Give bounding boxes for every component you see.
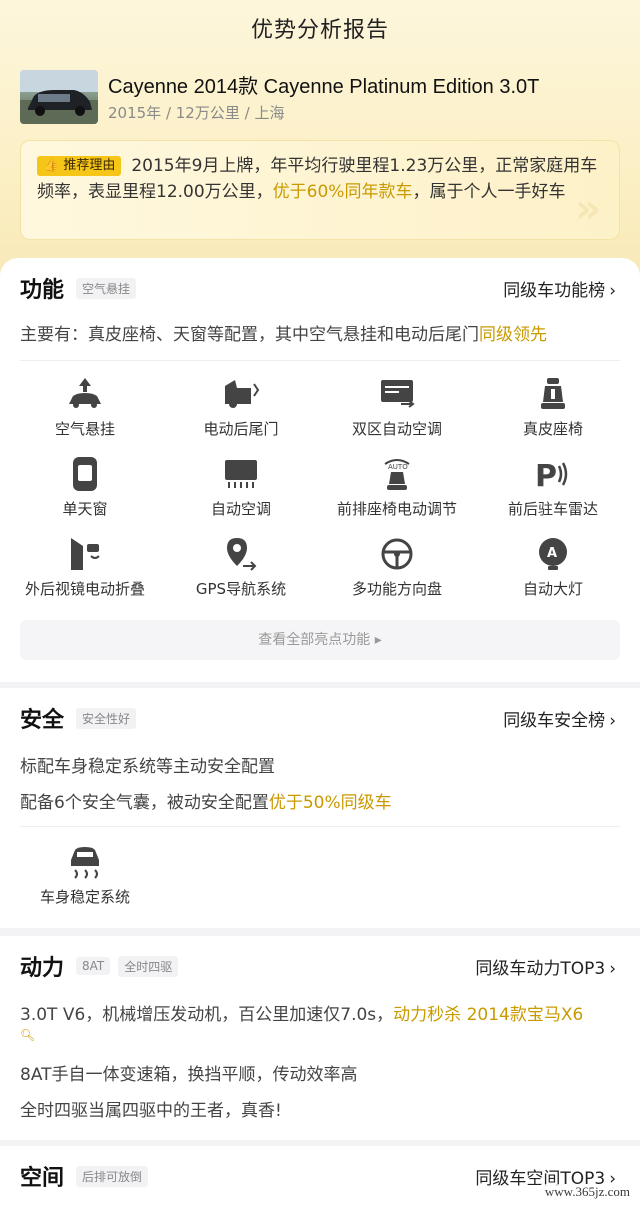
divider <box>20 360 620 361</box>
power-tailgate-icon <box>225 380 260 408</box>
stability-control-icon <box>71 847 99 879</box>
feature-item[interactable]: P 前后驻车雷达 <box>478 456 628 519</box>
power-rank-link[interactable]: 同级车动力TOP3 › <box>475 954 616 979</box>
feature-label: 电动后尾门 <box>203 420 279 438</box>
mirror-fold-icon <box>71 538 100 570</box>
safety-card: 安全 安全性好 同级车安全榜 › 标配车身稳定系统等主动安全配置 配备6个安全气囊… <box>0 688 640 928</box>
chevron-right-icon: › <box>609 959 616 979</box>
feature-item[interactable]: 外后视镜电动折叠 <box>10 536 160 599</box>
gps-icon <box>227 538 257 571</box>
safety-header: 安全 安全性好 <box>20 702 137 734</box>
space-title: 空间 <box>20 1166 65 1191</box>
features-rank-link[interactable]: 同级车功能榜 › <box>503 276 616 301</box>
safety-rank-link-label: 同级车安全榜 <box>503 711 606 731</box>
space-tag: 后排可放倒 <box>76 1165 149 1187</box>
reason-highlight: 优于60%同年款车 <box>272 182 413 202</box>
features-tag: 空气悬挂 <box>76 277 137 299</box>
feature-label: 空气悬挂 <box>54 420 115 438</box>
view-all-features-button[interactable]: 查看全部亮点功能 ▸ <box>20 620 620 660</box>
feature-label: 双区自动空调 <box>351 420 442 438</box>
power-title: 动力 <box>20 956 65 981</box>
features-card: 功能 空气悬挂 同级车功能榜 › 主要有：真皮座椅、天窗等配置，其中空气悬挂和电动… <box>0 258 640 682</box>
safety-rank-link[interactable]: 同级车安全榜 › <box>503 706 616 731</box>
features-header: 功能 空气悬挂 <box>20 272 137 304</box>
features-rank-link-label: 同级车功能榜 <box>503 281 606 301</box>
recommend-tag-label: 推荐理由 <box>63 158 116 173</box>
feature-label: 车身稳定系统 <box>39 888 130 906</box>
safety-line-1: 标配车身稳定系统等主动安全配置 <box>20 757 275 777</box>
feature-item[interactable]: GPS导航系统 <box>166 536 316 599</box>
power-tag: 全时四驱 <box>118 955 179 977</box>
auto-ac-icon <box>225 460 257 488</box>
leather-seat-icon <box>541 378 565 409</box>
power-card: 动力 8AT 全时四驱 同级车动力TOP3 › 3.0T V6，机械增压发动机，百… <box>0 936 640 1140</box>
feature-item[interactable]: AUTO 前排座椅电动调节 <box>322 456 472 519</box>
feature-label: 自动大灯 <box>522 580 583 598</box>
feature-label: 单天窗 <box>62 500 108 518</box>
car-thumbnail[interactable] <box>20 70 98 124</box>
parking-radar-icon: P <box>535 459 568 492</box>
thumbs-up-icon: 👍 <box>43 158 60 173</box>
safety-line-2-highlight: 优于50%同级车 <box>268 793 392 813</box>
svg-text:AUTO: AUTO <box>388 463 408 471</box>
features-desc-highlight: 同级领先 <box>479 325 547 345</box>
power-rank-link-label: 同级车动力TOP3 <box>475 959 606 979</box>
safety-title: 安全 <box>20 708 65 733</box>
recommend-reason-box: 👍 推荐理由 2015年9月上牌，年平均行驶里程1.23万公里，正常家庭用车频率… <box>20 140 620 240</box>
feature-item[interactable]: 单天窗 <box>10 456 160 519</box>
auto-headlight-icon: A <box>539 538 567 570</box>
feature-item[interactable]: 电动后尾门 <box>166 376 316 439</box>
steering-wheel-icon <box>381 538 413 570</box>
svg-text:P: P <box>535 459 557 492</box>
safety-line-2: 配备6个安全气囊，被动安全配置优于50%同级车 <box>20 788 392 813</box>
power-line-1-text: 3.0T V6，机械增压发动机，百公里加速仅7.0s， <box>20 1005 394 1025</box>
safety-tag: 安全性好 <box>76 707 137 729</box>
divider <box>20 826 620 827</box>
power-line-3: 全时四驱当属四驱中的王者，真香! <box>20 1101 282 1121</box>
chevron-right-icon: › <box>609 281 616 301</box>
space-header: 空间 后排可放倒 <box>20 1160 149 1192</box>
chevron-right-icon: › <box>609 711 616 731</box>
feature-item[interactable]: 真皮座椅 <box>478 376 628 439</box>
car-meta: 2015年 / 12万公里 / 上海 <box>108 104 285 122</box>
power-comparison-link[interactable]: 动力秒杀 2014款宝马X6 <box>393 1005 583 1025</box>
feature-label: 自动空调 <box>210 500 271 518</box>
feature-label: 真皮座椅 <box>522 420 583 438</box>
feature-label: 前后驻车雷达 <box>507 500 598 518</box>
features-title: 功能 <box>20 278 65 303</box>
feature-item[interactable]: 自动空调 <box>166 456 316 519</box>
feature-item[interactable]: 空气悬挂 <box>10 376 160 439</box>
feature-label: 前排座椅电动调节 <box>336 500 457 518</box>
features-desc-text: 主要有：真皮座椅、天窗等配置，其中空气悬挂和电动后尾门 <box>20 325 479 345</box>
power-header: 动力 8AT 全时四驱 <box>20 950 179 982</box>
power-seat-icon: AUTO <box>384 459 410 490</box>
car-title: Cayenne 2014款 Cayenne Platinum Edition 3… <box>108 76 540 98</box>
feature-item[interactable]: 车身稳定系统 <box>10 844 160 907</box>
search-icon[interactable]: 🔍︎ <box>20 1028 35 1042</box>
sunroof-icon <box>73 457 97 491</box>
power-tag: 8AT <box>76 957 111 975</box>
reason-text-end: ，属于个人一手好车 <box>412 182 566 202</box>
watermark: www.365jz.com <box>540 1184 634 1200</box>
power-line-2: 8AT手自一体变速箱，换挡平顺，传动效率高 <box>20 1065 358 1085</box>
power-line-1: 3.0T V6，机械增压发动机，百公里加速仅7.0s，动力秒杀 2014款宝马X… <box>20 1000 583 1025</box>
feature-label: GPS导航系统 <box>195 580 287 598</box>
feature-item[interactable]: 双区自动空调 <box>322 376 472 439</box>
feature-item[interactable]: 多功能方向盘 <box>322 536 472 599</box>
air-suspension-icon <box>69 378 101 408</box>
svg-text:A: A <box>547 546 557 561</box>
recommend-tag: 👍 推荐理由 <box>37 156 122 176</box>
feature-label: 多功能方向盘 <box>351 580 442 598</box>
features-desc: 主要有：真皮座椅、天窗等配置，其中空气悬挂和电动后尾门同级领先 <box>20 320 547 345</box>
dual-zone-ac-icon <box>381 380 415 408</box>
safety-line-2-text: 配备6个安全气囊，被动安全配置 <box>20 793 269 813</box>
page-title: 优势分析报告 <box>250 18 389 43</box>
chevron-decoration-icon: » <box>575 186 601 232</box>
feature-label: 外后视镜电动折叠 <box>24 580 145 598</box>
feature-item[interactable]: A 自动大灯 <box>478 536 628 599</box>
